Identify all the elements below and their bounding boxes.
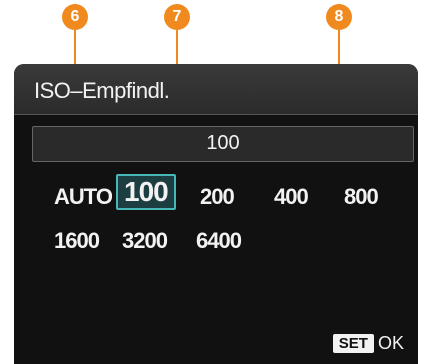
camera-menu-screen: ISO–Empfindl. 100 AUTO 100 200 400 800 1… bbox=[14, 64, 418, 364]
ok-label: OK bbox=[377, 333, 404, 353]
iso-option-400[interactable]: 400 bbox=[274, 184, 309, 210]
set-ok-hint: SET OK bbox=[332, 333, 404, 354]
set-button-label[interactable]: SET bbox=[332, 334, 374, 353]
iso-option-800[interactable]: 800 bbox=[344, 184, 379, 210]
iso-option-200[interactable]: 200 bbox=[200, 184, 235, 210]
iso-option-auto[interactable]: AUTO bbox=[54, 184, 113, 210]
iso-option-1600[interactable]: 1600 bbox=[54, 228, 100, 254]
title-bar: ISO–Empfindl. bbox=[14, 64, 418, 115]
callout-8: 8 bbox=[326, 4, 352, 30]
callout-7: 7 bbox=[164, 4, 190, 30]
current-value-box: 100 bbox=[32, 126, 414, 162]
callout-6: 6 bbox=[62, 4, 88, 30]
current-value: 100 bbox=[206, 132, 240, 154]
iso-option-6400[interactable]: 6400 bbox=[196, 228, 242, 254]
menu-title: ISO–Empfindl. bbox=[34, 78, 170, 103]
iso-option-100-selected[interactable]: 100 bbox=[116, 174, 176, 210]
iso-option-3200[interactable]: 3200 bbox=[122, 228, 168, 254]
callout-6-line bbox=[74, 30, 76, 66]
